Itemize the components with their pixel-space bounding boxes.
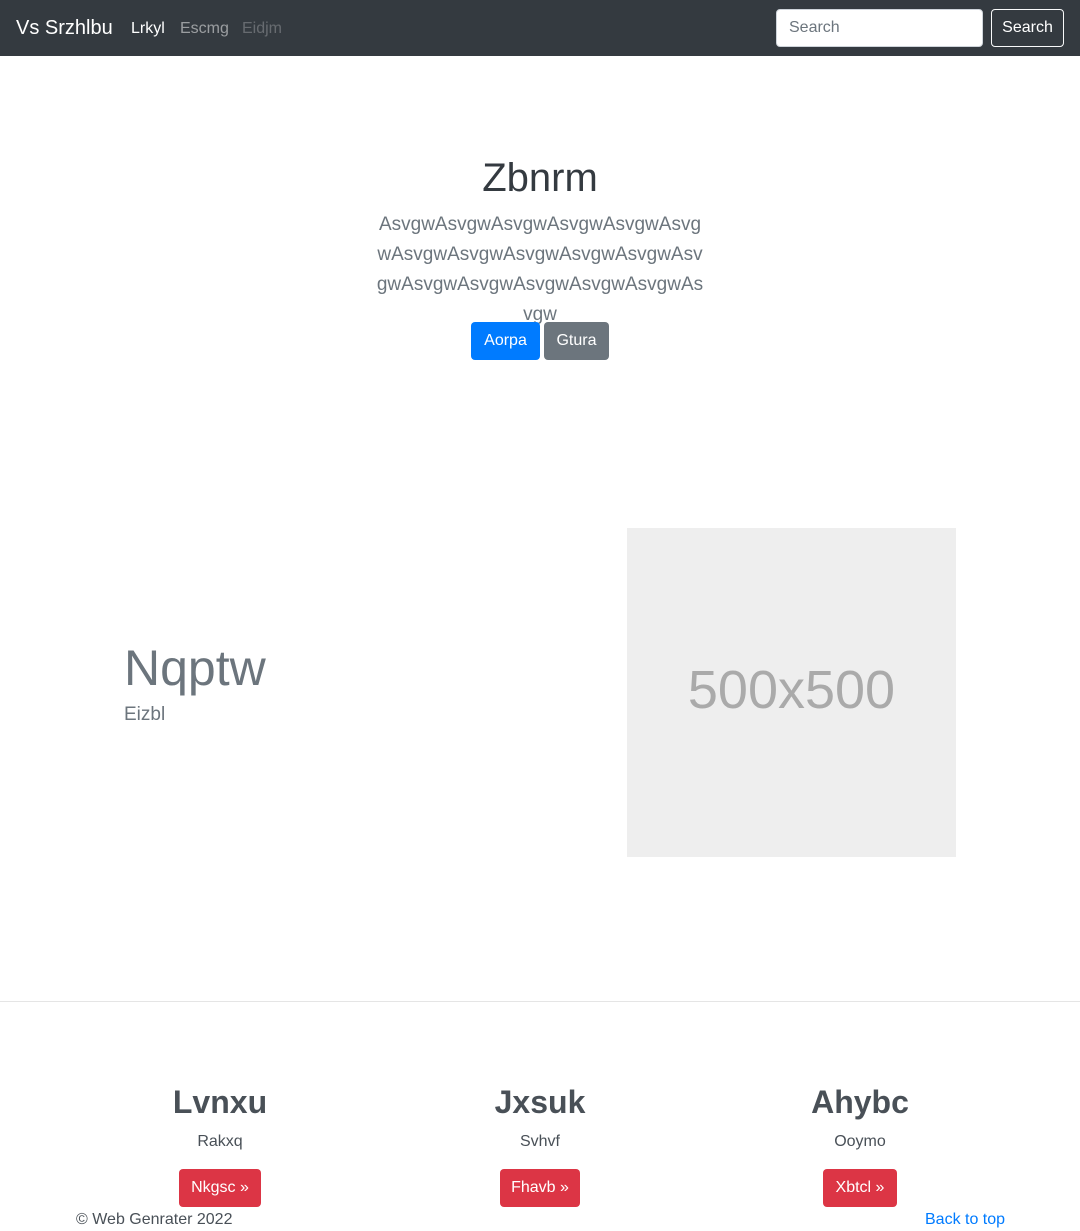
placeholder-image-label: 500x500 [687,660,896,720]
search-input[interactable] [776,9,983,47]
column-title-2: Jxsuk [494,1084,586,1120]
column-button-1[interactable]: Nkgsc » [179,1169,261,1207]
column-title-1: Lvnxu [172,1084,268,1120]
nav-link-escmg[interactable]: Escmg [180,19,229,39]
column-title-3: Ahybc [811,1084,909,1120]
brand-link[interactable]: Vs Srzhlbu [16,16,113,40]
nav-link-lrkyl[interactable]: Lrkyl [131,19,165,39]
column-button-3[interactable]: Xbtcl » [823,1169,897,1207]
feature-subheading: Eizbl [124,704,166,725]
primary-button[interactable]: Aorpa [471,322,540,360]
nav-link-eidjm: Eidjm [242,20,283,37]
footer-copyright: © Web Genrater 2022 [76,1211,233,1228]
column-text-3: Ooymo [834,1133,886,1150]
column-text-1: Rakxq [197,1133,243,1150]
column-text-2: Svhvf [519,1133,560,1150]
column-button-2[interactable]: Fhavb » [500,1169,580,1207]
back-to-top-link[interactable]: Back to top [925,1210,1005,1230]
section-divider [0,1001,1080,1002]
navbar: Vs Srzhlbu Lrkyl Escmg Eidjm Search [0,0,1080,56]
search-button[interactable]: Search [991,9,1064,47]
placeholder-image: 500x500 [627,528,956,857]
secondary-button[interactable]: Gtura [544,322,609,360]
hero-title: Zbnrm [482,156,598,200]
feature-heading: Nqptw [124,640,266,696]
hero-lead: AsvgwAsvgwAsvgwAsvgwAsvgwAsvgwAsvgwAsvgw… [376,214,704,325]
